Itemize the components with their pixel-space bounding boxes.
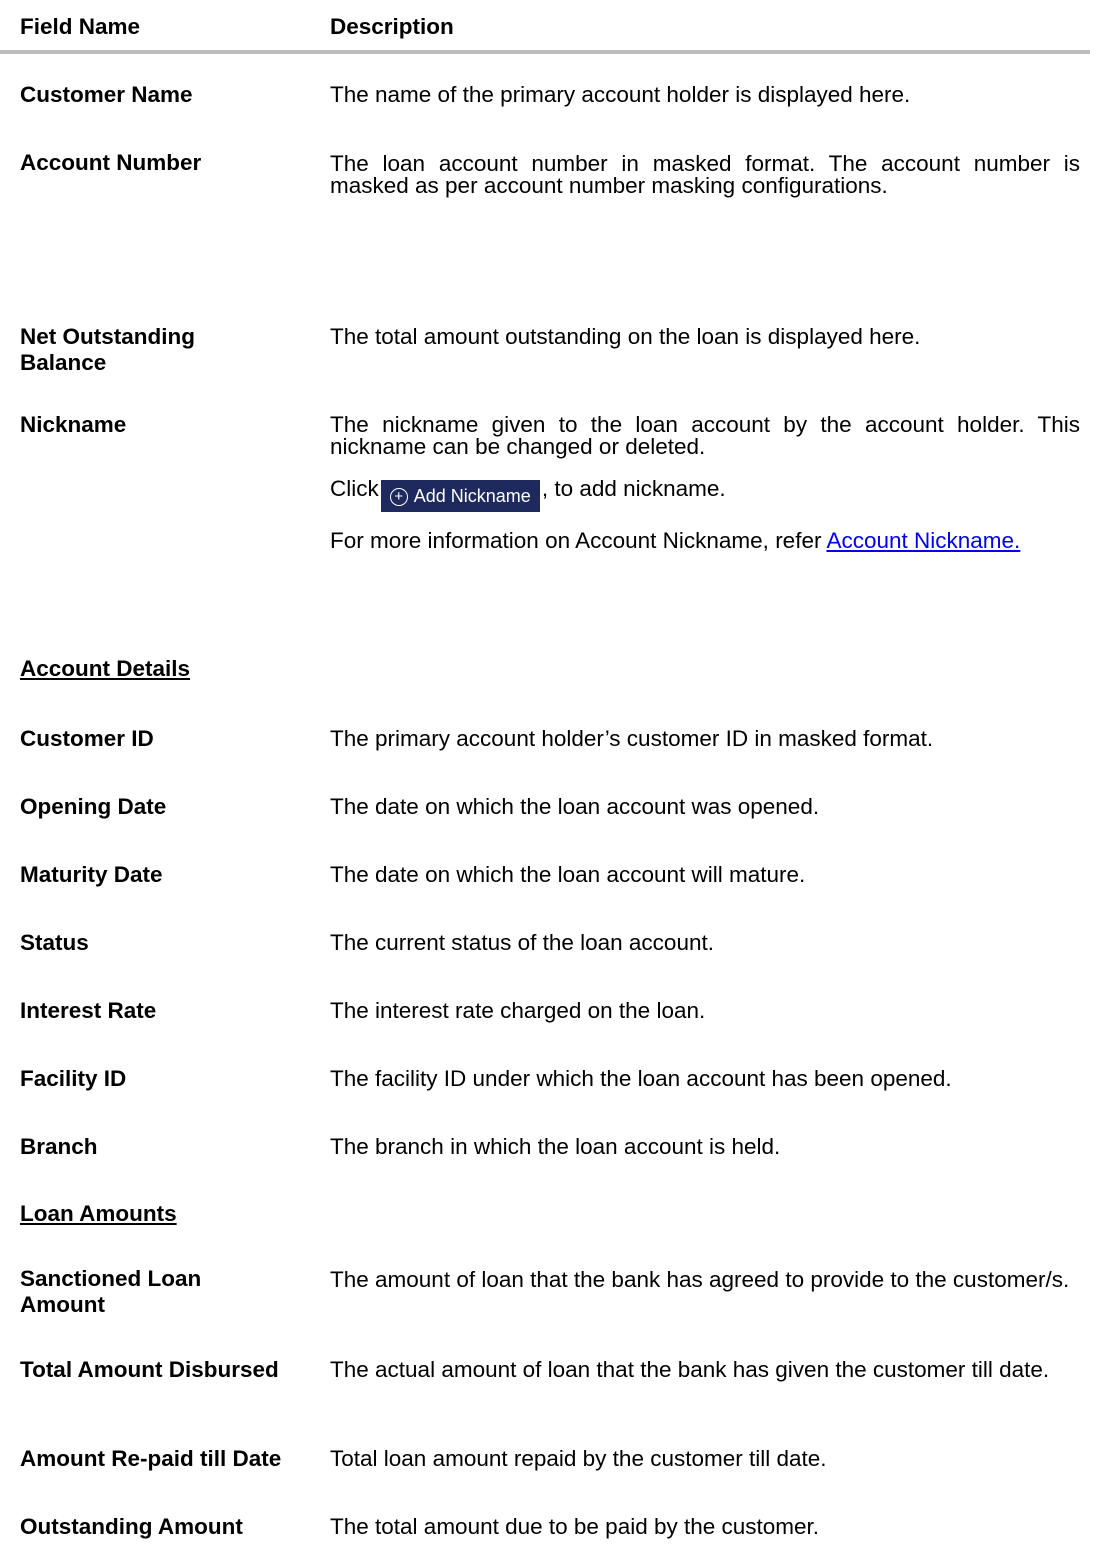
click-suffix-text: , to add nickname. — [541, 476, 726, 501]
field-name: Customer ID — [20, 726, 154, 751]
field-description: Total loan amount repaid by the customer… — [330, 1446, 827, 1471]
more-info-text: For more information on Account Nickname… — [330, 528, 1080, 553]
field-name: Nickname — [20, 412, 127, 437]
field-description: The loan account number in masked format… — [330, 151, 1080, 198]
field-name: Status — [20, 930, 89, 955]
field-description: The actual amount of loan that the bank … — [330, 1357, 1050, 1382]
field-name: Account Number — [20, 150, 202, 175]
header-description: Description — [330, 14, 454, 39]
field-description: The name of the primary account holder i… — [330, 82, 911, 107]
field-name: Facility ID — [20, 1066, 127, 1091]
field-name: Amount Re-paid till Date — [20, 1446, 282, 1471]
field-name: Customer Name — [20, 82, 193, 107]
field-name: Net Outstanding Balance — [20, 324, 195, 375]
field-name: Outstanding Amount — [20, 1514, 243, 1539]
table-header: Field Name Description — [0, 0, 1090, 54]
section-heading-account-details: Account Details — [20, 656, 191, 681]
field-description: The date on which the loan account was o… — [330, 794, 820, 819]
field-description: The amount of loan that the bank has agr… — [330, 1267, 1070, 1292]
field-name: Opening Date — [20, 794, 167, 819]
click-text: Click — [330, 476, 379, 501]
field-description: The total amount due to be paid by the c… — [330, 1514, 820, 1539]
field-description: The date on which the loan account will … — [330, 862, 806, 887]
field-description: The facility ID under which the loan acc… — [330, 1066, 952, 1091]
add-nickname-button[interactable]: + Add Nickname — [380, 480, 540, 512]
plus-circle-icon: + — [389, 488, 408, 506]
nickname-description: The nickname given to the loan account b… — [330, 412, 1080, 459]
section-heading-loan-amounts: Loan Amounts — [20, 1201, 177, 1226]
add-nickname-instruction: Click + Add Nickname , to add nickname. — [330, 476, 1080, 512]
field-name: Total Amount Disbursed — [20, 1357, 279, 1382]
field-description: The current status of the loan account. — [330, 930, 714, 955]
field-name: Sanctioned Loan Amount — [20, 1266, 202, 1317]
more-info-prefix: For more information on Account Nickname… — [330, 528, 827, 553]
field-name: Branch — [20, 1134, 98, 1159]
field-name: Maturity Date — [20, 862, 163, 887]
field-description: The total amount outstanding on the loan… — [330, 324, 921, 349]
field-name: Interest Rate — [20, 998, 157, 1023]
field-description: The primary account holder’s customer ID… — [330, 726, 934, 751]
document-page: Field Name Description Customer Name The… — [0, 0, 1105, 1558]
add-nickname-label: Add Nickname — [413, 486, 531, 506]
field-description: The branch in which the loan account is … — [330, 1134, 781, 1159]
account-nickname-link[interactable]: Account Nickname. — [826, 528, 1020, 553]
field-description: The nickname given to the loan account b… — [330, 412, 1080, 570]
field-description: The interest rate charged on the loan. — [330, 998, 706, 1023]
header-field-name: Field Name — [20, 14, 141, 39]
